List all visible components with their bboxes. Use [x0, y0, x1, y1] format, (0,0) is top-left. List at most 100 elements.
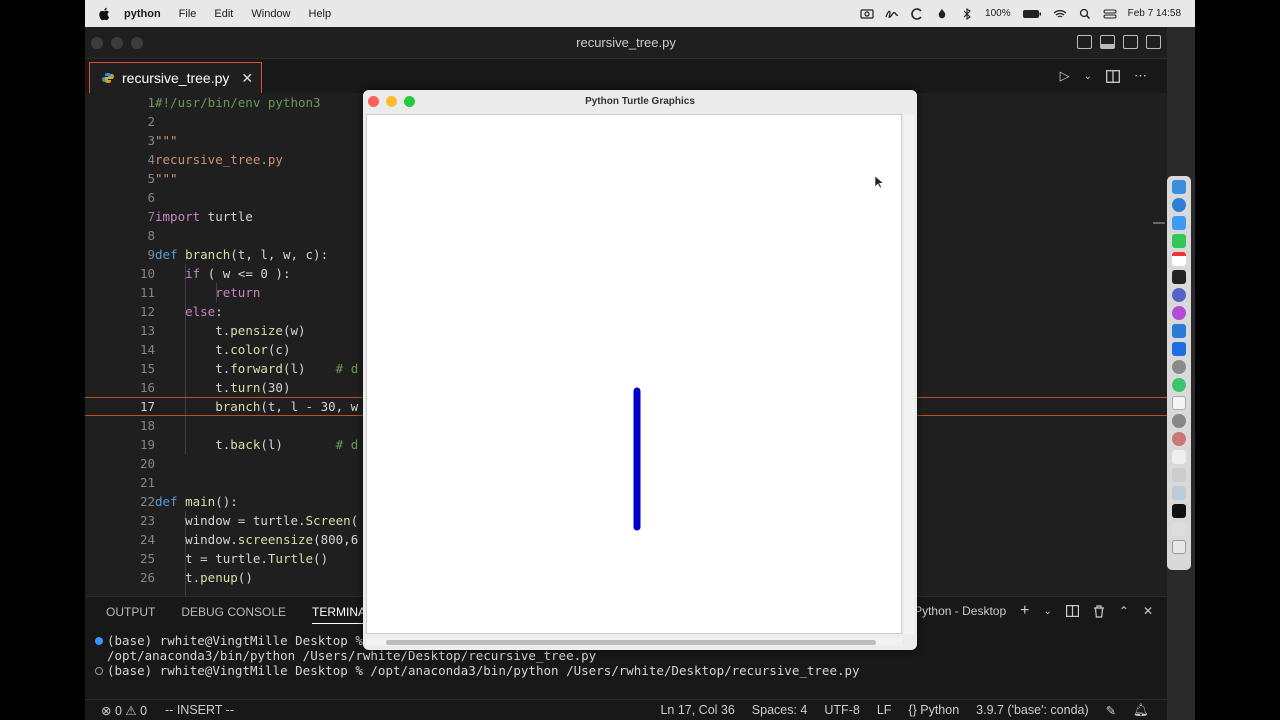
tab-debug-console[interactable]: DEBUG CONSOLE: [181, 605, 286, 619]
line-number: 16: [139, 380, 155, 395]
interpreter[interactable]: 3.9.7 ('base': conda): [976, 703, 1088, 717]
tab-recursive-tree[interactable]: recursive_tree.py ✕: [89, 62, 263, 93]
dock-green-app-icon[interactable]: [1172, 378, 1186, 392]
line-number: 14: [139, 342, 155, 357]
control-center-icon[interactable]: [1103, 8, 1117, 20]
dock-terminal-icon[interactable]: [1172, 270, 1186, 284]
toggle-sidebar-icon[interactable]: [1077, 35, 1092, 49]
encoding[interactable]: UTF-8: [824, 703, 859, 717]
scrollbar-thumb[interactable]: [386, 639, 876, 645]
dock-document-icon[interactable]: [1172, 396, 1186, 410]
tab-output[interactable]: OUTPUT: [106, 605, 155, 619]
menu-file[interactable]: File: [179, 8, 197, 20]
camera-icon[interactable]: [860, 8, 874, 20]
menu-edit[interactable]: Edit: [214, 8, 233, 20]
line-number: 15: [139, 361, 155, 376]
dock-safari-icon[interactable]: [1172, 198, 1186, 212]
wifi-icon[interactable]: [1053, 8, 1067, 20]
dock-trash-icon[interactable]: [1172, 540, 1186, 554]
battery-icon[interactable]: [1022, 8, 1042, 20]
battery-percent: 100%: [985, 8, 1011, 19]
more-actions-icon[interactable]: ⋯: [1134, 68, 1147, 84]
line-number: 10: [139, 266, 155, 281]
dock-window-thumb-2-icon[interactable]: [1172, 486, 1186, 500]
indentation[interactable]: Spaces: 4: [752, 703, 808, 717]
close-panel-icon[interactable]: ✕: [1143, 604, 1153, 618]
turtle-drawing: [633, 175, 885, 531]
toggle-secondary-sidebar-icon[interactable]: [1123, 35, 1138, 49]
maximize-panel-icon[interactable]: ⌃: [1119, 604, 1129, 618]
status-bar: ⊗ 0 ⚠ 0 -- INSERT -- Ln 17, Col 36 Space…: [85, 699, 1167, 720]
terminal-line: /opt/anaconda3/bin/python /Users/rwhite/…: [95, 648, 860, 663]
command-success-icon[interactable]: [95, 636, 103, 645]
run-python-icon[interactable]: ▷: [1060, 68, 1070, 84]
terminal-text: (base) rwhite@VingtMille Desktop %: [107, 633, 371, 648]
dock-calendar-icon[interactable]: [1172, 252, 1186, 266]
menu-window[interactable]: Window: [251, 8, 290, 20]
warning-count: 0: [140, 703, 148, 718]
split-editor-icon[interactable]: [1106, 69, 1120, 83]
signature-icon[interactable]: [885, 8, 899, 20]
terminal-text: /opt/anaconda3/bin/python /Users/rwhite/…: [107, 648, 597, 663]
line-number: 17: [139, 399, 155, 414]
customize-layout-icon[interactable]: [1146, 35, 1161, 49]
horizontal-scrollbar[interactable]: [366, 638, 902, 646]
dock-vscode-icon[interactable]: [1172, 324, 1186, 338]
clock[interactable]: Feb 7 14:58: [1128, 8, 1181, 19]
command-running-icon[interactable]: [95, 666, 103, 675]
close-tab-icon[interactable]: ✕: [241, 70, 253, 87]
menu-app-python[interactable]: python: [124, 8, 161, 20]
flame-icon[interactable]: [935, 8, 949, 20]
scroll-marker: [1153, 222, 1165, 224]
menu-help[interactable]: Help: [309, 8, 332, 20]
line-number: 1: [147, 95, 155, 110]
line-number: 7: [147, 209, 155, 224]
run-options-chevron-icon[interactable]: ⌄: [1084, 71, 1092, 82]
terminal-line: (base) rwhite@VingtMille Desktop % /opt/…: [95, 663, 860, 678]
dock-window-thumb-4-icon[interactable]: [1172, 522, 1186, 536]
vertical-scrollbar[interactable]: [904, 114, 914, 634]
python-file-icon: [102, 73, 114, 83]
line-ending[interactable]: LF: [877, 703, 892, 717]
terminal-dropdown-icon[interactable]: ⌄: [1043, 606, 1051, 617]
dock-finder-icon[interactable]: [1172, 180, 1186, 194]
line-number: 13: [139, 323, 155, 338]
split-terminal-icon[interactable]: [1065, 605, 1079, 617]
dock-blank-icon[interactable]: [1172, 450, 1186, 464]
dock-bbedit-icon[interactable]: [1172, 288, 1186, 302]
turtle-window-title: Python Turtle Graphics: [585, 95, 695, 107]
dock-anaconda-icon[interactable]: [1172, 306, 1186, 320]
refresh-icon[interactable]: [910, 7, 924, 20]
language-mode[interactable]: {} Python: [908, 703, 959, 717]
apple-icon[interactable]: [98, 7, 110, 21]
dock-mail-icon[interactable]: [1172, 216, 1186, 230]
error-count: 0: [114, 703, 122, 718]
line-number: 3: [147, 133, 155, 148]
dock-utility-icon[interactable]: [1172, 360, 1186, 374]
window-title: recursive_tree.py: [576, 35, 676, 50]
terminal-text: (base) rwhite@VingtMille Desktop % /opt/…: [107, 663, 860, 678]
trash-icon[interactable]: [1093, 604, 1105, 618]
turtle-canvas[interactable]: [366, 114, 902, 634]
search-icon[interactable]: [1078, 8, 1092, 20]
accounts-icon[interactable]: ✎: [1106, 703, 1116, 718]
mouse-cursor-icon: [874, 175, 885, 189]
vim-mode: -- INSERT --: [165, 703, 234, 717]
dock-window-thumb-1-icon[interactable]: [1172, 468, 1186, 482]
dock-color-app-icon[interactable]: [1172, 432, 1186, 446]
terminal-name[interactable]: Python - Desktop: [914, 604, 1006, 618]
dock-settings-icon[interactable]: [1172, 414, 1186, 428]
bluetooth-icon[interactable]: [960, 7, 974, 20]
dock-xcode-icon[interactable]: [1172, 342, 1186, 356]
line-number: 22: [139, 494, 155, 509]
toggle-panel-icon[interactable]: [1100, 35, 1115, 49]
new-terminal-icon[interactable]: +: [1020, 602, 1029, 620]
line-number: 23: [139, 513, 155, 528]
problems-indicator[interactable]: ⊗ 0 ⚠ 0: [101, 703, 147, 718]
notifications-bell-icon[interactable]: 🔔︎: [1133, 703, 1149, 718]
panel-actions: Python - Desktop + ⌄ ⌃ ✕: [914, 602, 1153, 620]
dock-messages-icon[interactable]: [1172, 234, 1186, 248]
editor-actions: ▷ ⌄ ⋯: [1060, 68, 1147, 84]
cursor-position[interactable]: Ln 17, Col 36: [660, 703, 734, 717]
dock-window-thumb-3-icon[interactable]: [1172, 504, 1186, 518]
